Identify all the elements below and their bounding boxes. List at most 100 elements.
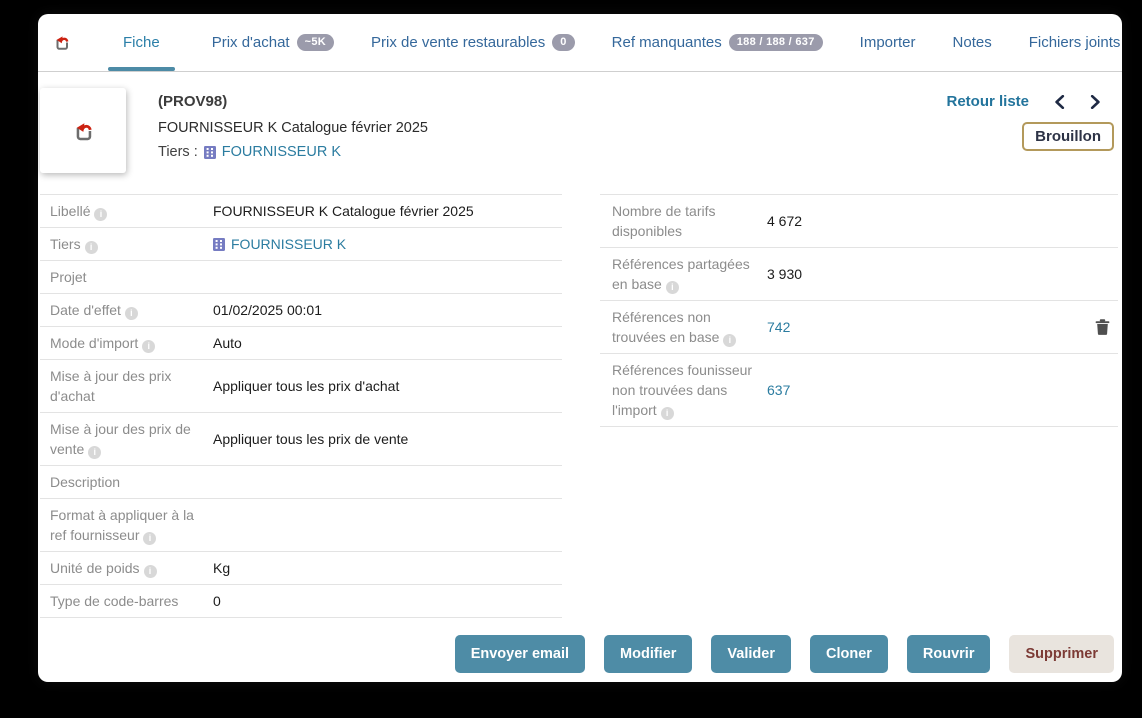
tab-badge: 188 / 188 / 637 xyxy=(728,34,823,51)
tab[interactable]: Prix d'achat ~5K xyxy=(212,14,334,71)
table-row: Nombre de tarifs disponibles 4 672 xyxy=(600,195,1118,248)
field-label: Description xyxy=(50,472,213,492)
tab-bar: Fiche Prix d'achat ~5K Prix de vente res… xyxy=(38,14,1122,72)
value-text: Kg xyxy=(213,560,231,576)
tab[interactable]: Ref manquantes 188 / 188 / 637 xyxy=(612,14,823,71)
value-link[interactable]: FOURNISSEUR K xyxy=(231,234,346,254)
thirdparty-link[interactable]: FOURNISSEUR K xyxy=(222,144,341,160)
right-field-table: Nombre de tarifs disponibles 4 672 Référ… xyxy=(600,194,1118,427)
back-to-list-link[interactable]: Retour liste xyxy=(946,93,1029,110)
field-label-text: Références non trouvées en base xyxy=(612,309,720,345)
field-value: 4 672 xyxy=(767,211,802,231)
app-window: Fiche Prix d'achat ~5K Prix de vente res… xyxy=(38,14,1122,682)
table-row: Mise à jour des prix d'achat Appliquer t… xyxy=(40,360,562,413)
field-label-text: Références founisseur non trouvées dans … xyxy=(612,362,753,418)
value-text: FOURNISSEUR K Catalogue février 2025 xyxy=(213,203,474,219)
value-text: 4 672 xyxy=(767,213,803,229)
tab[interactable]: Prix de vente restaurables 0 xyxy=(371,14,575,71)
info-icon xyxy=(143,564,157,578)
table-row: Mise à jour des prix de vente Appliquer … xyxy=(40,413,562,466)
previous-record-icon[interactable] xyxy=(1054,94,1065,109)
tab[interactable]: Fichiers joints xyxy=(1029,14,1121,71)
header-right: Retour liste Brouillon xyxy=(946,93,1114,151)
action-button[interactable]: Cloner xyxy=(809,635,888,673)
tab-label: Prix d'achat xyxy=(211,34,290,51)
value-link[interactable]: 637 xyxy=(767,380,790,400)
field-value: Kg xyxy=(213,558,230,578)
field-label: Date d'effet xyxy=(50,300,213,320)
field-value: Appliquer tous les prix d'achat xyxy=(213,376,399,396)
field-label: Références non trouvées en base xyxy=(612,307,767,347)
field-label-text: Unité de poids xyxy=(50,560,140,576)
field-label-text: Projet xyxy=(50,269,87,285)
action-bar: Envoyer email Modifier Valider Cloner Ro… xyxy=(454,635,1114,673)
table-row: Références founisseur non trouvées dans … xyxy=(600,354,1118,427)
field-value: 3 930 xyxy=(767,264,802,284)
tab[interactable]: Fiche xyxy=(108,14,175,71)
info-icon xyxy=(124,306,138,320)
action-button[interactable]: Modifier xyxy=(604,635,693,673)
field-label: Nombre de tarifs disponibles xyxy=(612,201,767,241)
record-body: Libellé FOURNISSEUR K Catalogue février … xyxy=(38,188,1122,618)
table-row: Projet xyxy=(40,261,562,294)
field-value: 637 xyxy=(767,380,790,400)
field-value: FOURNISSEUR K xyxy=(213,234,346,254)
field-label-text: Tiers xyxy=(50,236,81,252)
field-label-text: Format à appliquer à la ref fournisseur xyxy=(50,507,194,543)
tab-label: Importer xyxy=(859,34,916,51)
info-icon xyxy=(660,406,674,420)
table-row: Références non trouvées en base 742 xyxy=(600,301,1118,354)
company-icon xyxy=(213,237,225,251)
field-label: Références founisseur non trouvées dans … xyxy=(612,360,767,420)
record-header: (PROV98) FOURNISSEUR K Catalogue février… xyxy=(38,72,1122,188)
value-link[interactable]: 742 xyxy=(767,317,790,337)
trash-icon[interactable] xyxy=(1095,319,1112,335)
field-label: Libellé xyxy=(50,201,213,221)
field-label: Références partagées en base xyxy=(612,254,767,294)
tab[interactable]: Importer xyxy=(860,14,916,71)
tab-label: Fichiers joints xyxy=(1028,34,1121,51)
field-label: Format à appliquer à la ref fournisseur xyxy=(50,505,213,545)
field-label: Mise à jour des prix d'achat xyxy=(50,366,213,406)
field-label: Type de code-barres xyxy=(50,591,213,611)
field-label: Tiers xyxy=(50,234,213,254)
action-button[interactable]: Rouvrir xyxy=(906,635,991,673)
field-label-text: Date d'effet xyxy=(50,302,121,318)
action-button[interactable]: Envoyer email xyxy=(454,635,586,673)
table-row: Libellé FOURNISSEUR K Catalogue février … xyxy=(40,195,562,228)
table-row: Date d'effet 01/02/2025 00:01 xyxy=(40,294,562,327)
table-row: Références partagées en base 3 930 xyxy=(600,248,1118,301)
table-row: Mode d'import Auto xyxy=(40,327,562,360)
field-label-text: Références partagées en base xyxy=(612,256,750,292)
back-arrow-icon[interactable] xyxy=(52,33,71,52)
table-row: Format à appliquer à la ref fournisseur xyxy=(40,499,562,552)
action-button[interactable]: Valider xyxy=(711,635,791,673)
value-text: 3 930 xyxy=(767,266,803,282)
field-label-text: Libellé xyxy=(50,203,91,219)
field-label-text: Mode d'import xyxy=(50,335,139,351)
field-label: Mise à jour des prix de vente xyxy=(50,419,213,459)
action-button[interactable]: Supprimer xyxy=(1009,635,1114,673)
table-row: Description xyxy=(40,466,562,499)
tab-label: Notes xyxy=(952,34,992,51)
field-label: Unité de poids xyxy=(50,558,213,578)
info-icon xyxy=(142,339,156,353)
value-text: 0 xyxy=(213,593,221,609)
field-label-text: Description xyxy=(50,474,121,490)
field-label-text: Type de code-barres xyxy=(50,593,179,609)
next-record-icon[interactable] xyxy=(1090,94,1101,109)
field-label: Mode d'import xyxy=(50,333,213,353)
tab-label: Prix de vente restaurables xyxy=(370,34,546,51)
tab[interactable]: Notes xyxy=(953,14,992,71)
record-type-icon xyxy=(76,122,92,140)
record-navigation: Retour liste xyxy=(946,93,1101,110)
value-text: 01/02/2025 00:01 xyxy=(213,302,322,318)
thirdparty-label: Tiers : xyxy=(158,144,198,160)
status-badge: Brouillon xyxy=(1022,122,1114,151)
info-icon xyxy=(143,531,157,545)
company-icon xyxy=(203,145,216,159)
value-text: Appliquer tous les prix de vente xyxy=(213,431,409,447)
info-icon xyxy=(723,333,737,347)
field-value: Appliquer tous les prix de vente xyxy=(213,429,408,449)
field-label-text: Mise à jour des prix de vente xyxy=(50,421,191,457)
